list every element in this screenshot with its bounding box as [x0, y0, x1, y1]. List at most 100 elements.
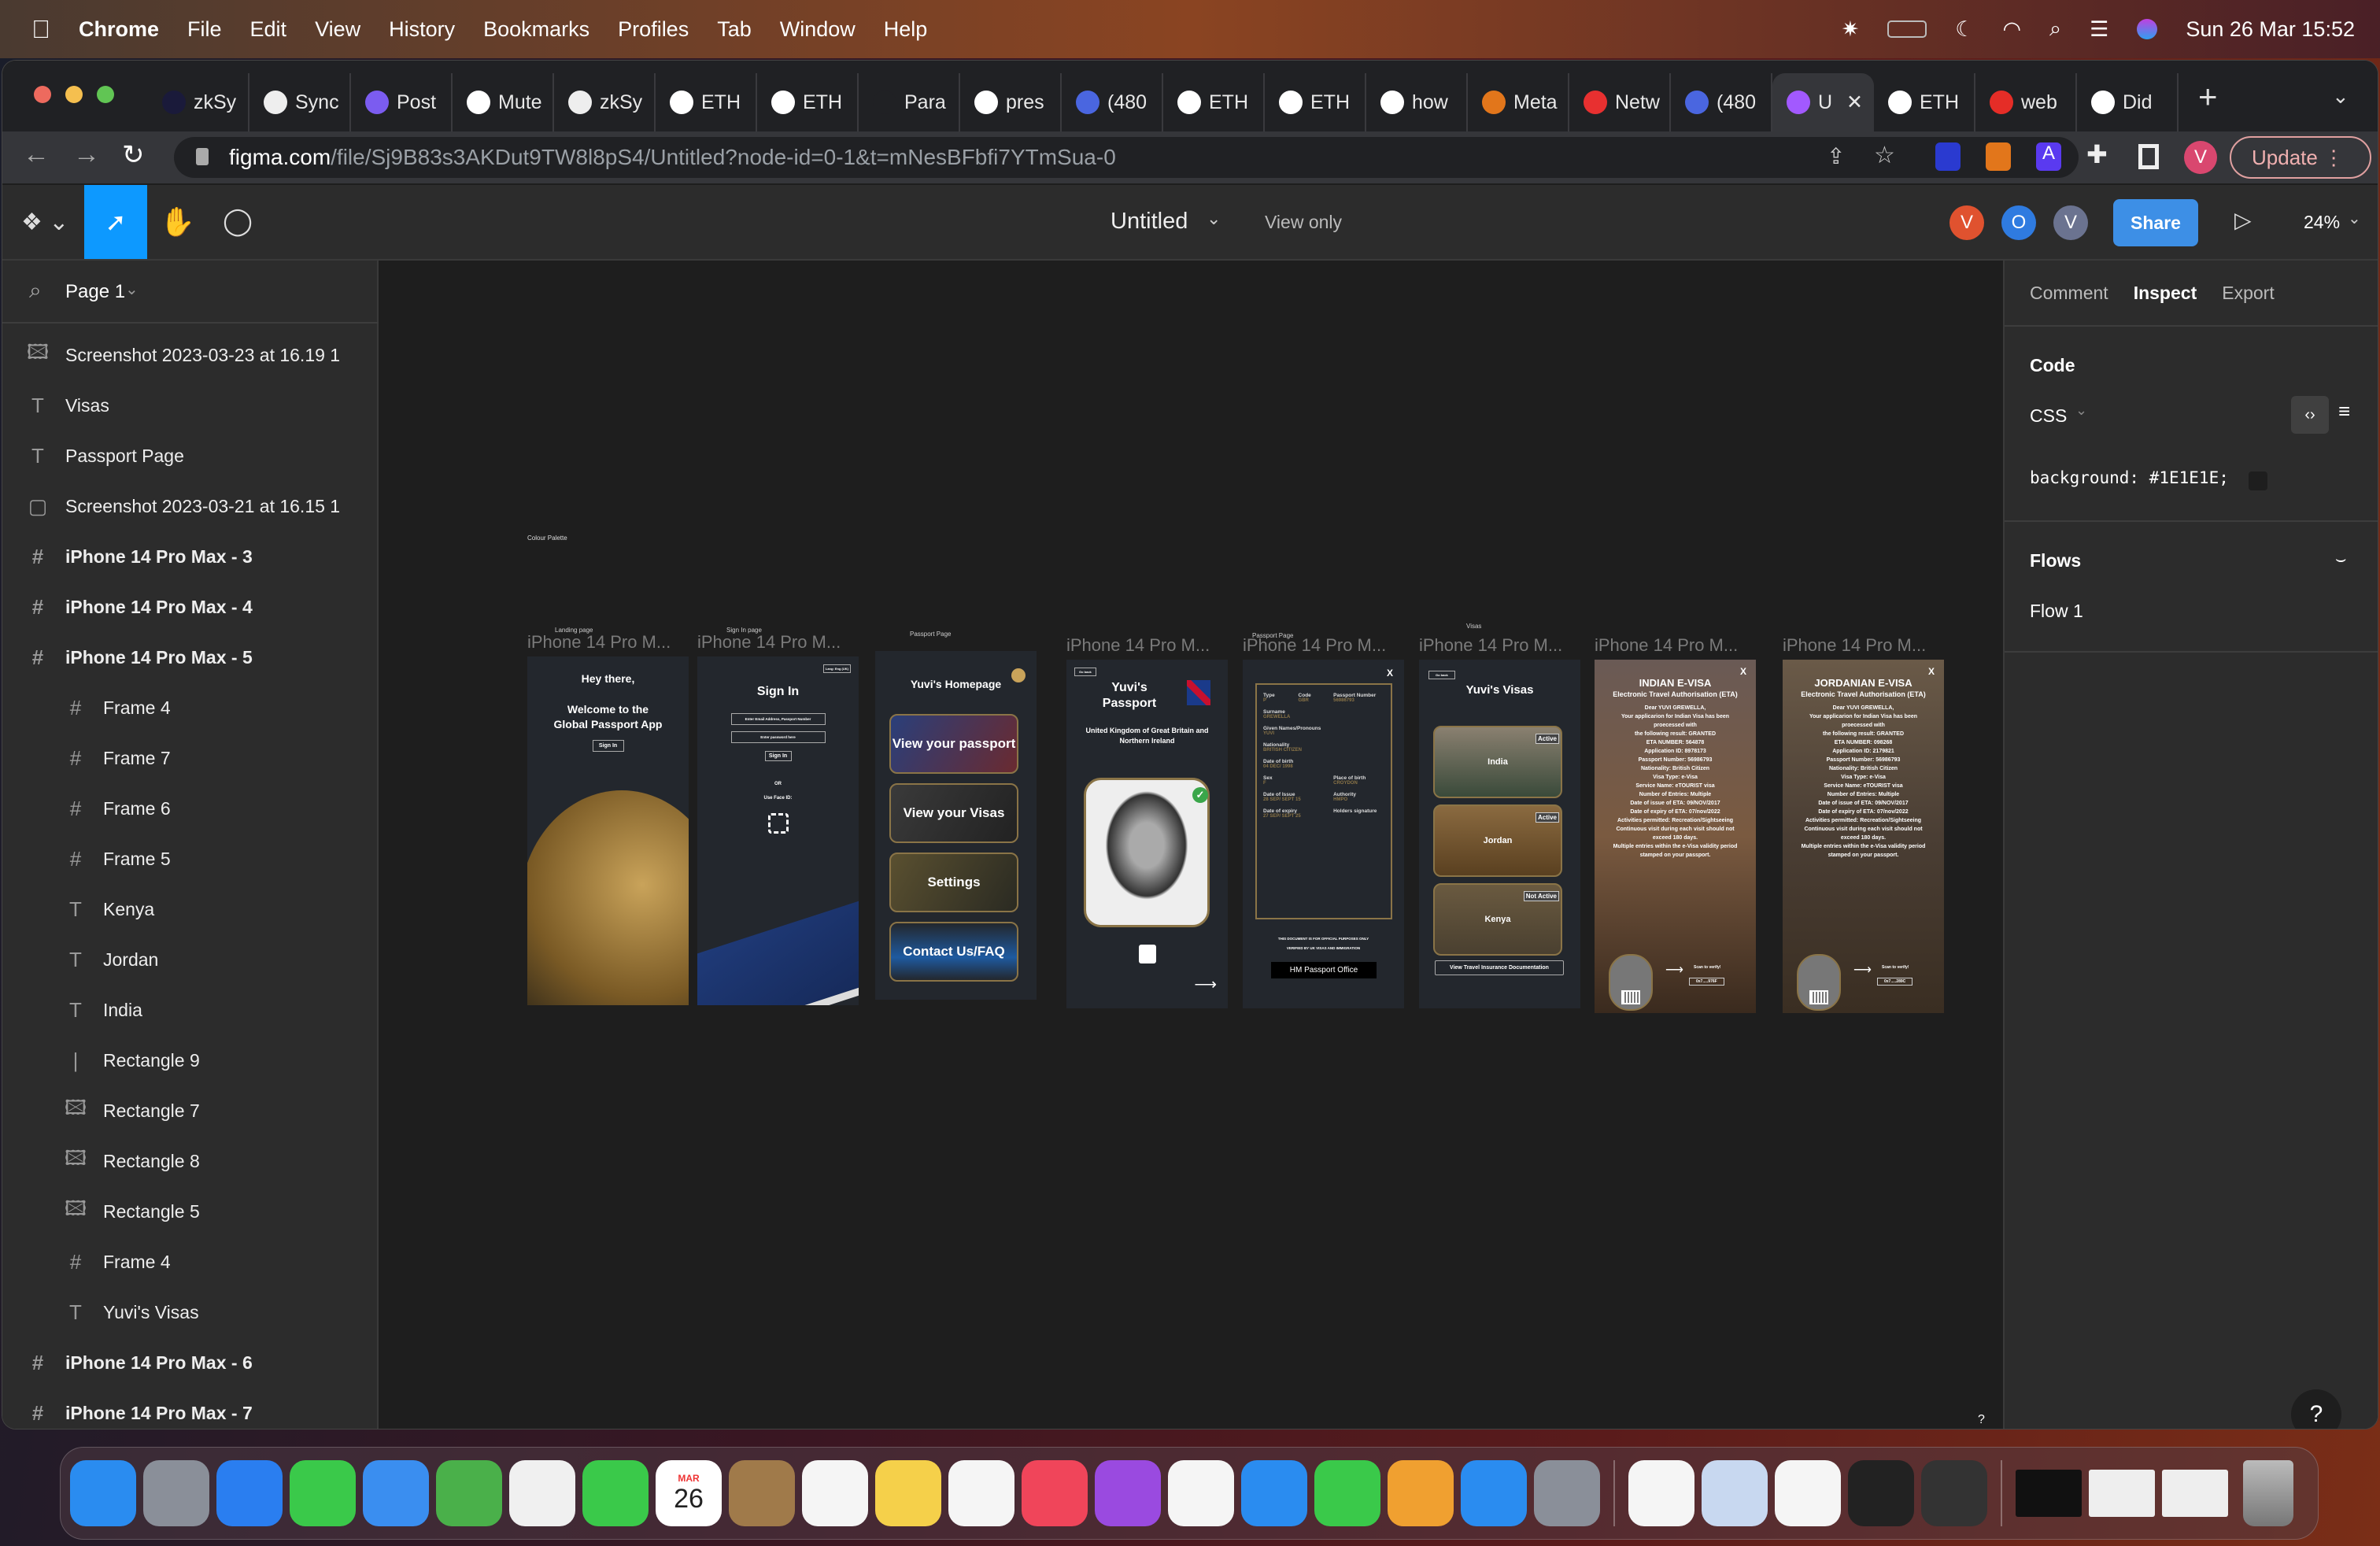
design-canvas[interactable]: Colour Palette Landing page Sign In page… — [380, 261, 2003, 1429]
browser-tab[interactable]: Did — [2077, 73, 2179, 131]
figma-main-menu-icon[interactable]: ❖ ⌄ — [21, 209, 68, 236]
hand-tool-icon[interactable]: ✋ — [160, 205, 195, 239]
browser-tab[interactable]: ETH — [1163, 73, 1265, 131]
search-layers-icon[interactable]: ⌕ — [29, 278, 42, 304]
file-menu-chevron-icon[interactable]: ⌄ — [1207, 209, 1221, 229]
layer-item[interactable]: 🖾 Screenshot 2023-03-23 at 16.19 1 — [2, 331, 379, 379]
flow-item[interactable]: Flow 1 — [2030, 601, 2083, 622]
layer-item[interactable]: T Yuvi's Visas — [2, 1289, 379, 1336]
layer-item[interactable]: 🖾 Rectangle 7 — [2, 1087, 379, 1134]
barcode-scan-icon[interactable] — [1809, 990, 1828, 1004]
dock-news[interactable] — [1168, 1460, 1234, 1526]
tab-search-chevron-icon[interactable]: ⌄ — [2332, 84, 2349, 109]
browser-tab[interactable]: Netw — [1569, 73, 1671, 131]
layer-item[interactable]: # Frame 7 — [2, 734, 379, 782]
collaborator-avatar[interactable]: V — [1949, 205, 1984, 240]
frame-label[interactable]: iPhone 14 Pro M... — [1066, 635, 1210, 656]
extensions-puzzle-icon[interactable]: ✚ — [2086, 139, 2108, 169]
layer-item[interactable]: # iPhone 14 Pro Max - 6 — [2, 1339, 379, 1386]
menu-bookmarks[interactable]: Bookmarks — [483, 17, 589, 42]
browser-tab[interactable]: U ✕ — [1772, 73, 1874, 131]
code-view-toggle[interactable]: ‹› — [2291, 396, 2329, 434]
wifi-icon[interactable]: ◠ — [2002, 17, 2021, 42]
wallet-hash[interactable]: 0x7.....289C — [1877, 978, 1913, 986]
frame-label[interactable]: iPhone 14 Pro M... — [1783, 635, 1926, 656]
zoom-window-button[interactable] — [97, 86, 114, 103]
collaborator-avatar[interactable]: V — [2053, 205, 2088, 240]
dock-minimized-window[interactable] — [2162, 1470, 2228, 1517]
layer-item[interactable]: # Frame 5 — [2, 835, 379, 882]
apple-menu-icon[interactable]:  — [31, 15, 50, 44]
dock-calendar[interactable]: MAR 26 — [656, 1460, 722, 1526]
help-button[interactable]: ? — [2291, 1389, 2341, 1429]
browser-tab[interactable]: ETH — [757, 73, 859, 131]
menu-view[interactable]: View — [315, 17, 360, 42]
menu-help[interactable]: Help — [884, 17, 928, 42]
view-visas-card[interactable]: View your Visas — [889, 783, 1018, 843]
dock-pages[interactable] — [1388, 1460, 1454, 1526]
dock-contacts[interactable] — [729, 1460, 795, 1526]
dock-vscode[interactable] — [1775, 1460, 1841, 1526]
layer-item[interactable]: # Frame 4 — [2, 684, 379, 731]
layer-item[interactable]: ▢ Screenshot 2023-03-21 at 16.15 1 — [2, 483, 379, 530]
browser-tab[interactable]: (480 — [1671, 73, 1772, 131]
browser-tab[interactable]: ETH — [1265, 73, 1366, 131]
close-icon[interactable]: X — [1740, 666, 1746, 677]
browser-tab[interactable]: how — [1366, 73, 1468, 131]
sign-in-button[interactable]: Sign In — [764, 751, 792, 761]
menu-window[interactable]: Window — [780, 17, 856, 42]
next-arrow-icon[interactable]: ⟶ — [1194, 975, 1217, 994]
dock-trash[interactable] — [2243, 1460, 2293, 1526]
layer-item[interactable]: T Jordan — [2, 936, 379, 983]
css-code-line[interactable]: background: #1E1E1E; — [2030, 468, 2229, 487]
brightness-icon[interactable]: ✷ — [1842, 17, 1860, 42]
close-window-button[interactable] — [34, 86, 51, 103]
siri-icon[interactable] — [2137, 19, 2158, 39]
close-tab-icon[interactable]: ✕ — [1846, 91, 1863, 114]
move-tool-button[interactable]: ➚ — [84, 185, 147, 259]
layer-item[interactable]: | Rectangle 9 — [2, 1037, 379, 1084]
dock-minimized-window[interactable] — [2089, 1470, 2155, 1517]
zoom-chevron-icon[interactable]: ⌄ — [2348, 209, 2361, 228]
bookmark-star-icon[interactable]: ☆ — [1874, 142, 1895, 169]
view-passport-card[interactable]: View your passport — [889, 714, 1018, 774]
dock-photos[interactable] — [509, 1460, 575, 1526]
go-back-button[interactable]: Go back — [1428, 671, 1455, 679]
dock-freeform[interactable] — [948, 1460, 1014, 1526]
browser-tab[interactable]: pres — [960, 73, 1062, 131]
menu-file[interactable]: File — [187, 17, 222, 42]
reload-button[interactable]: ↻ — [122, 139, 145, 171]
control-center-icon[interactable]: ☰ — [2090, 17, 2108, 42]
browser-tab[interactable]: Para — [859, 73, 960, 131]
dock-maps[interactable] — [436, 1460, 502, 1526]
layer-item[interactable]: # iPhone 14 Pro Max - 4 — [2, 583, 379, 631]
collaborator-avatar[interactable]: O — [2001, 205, 2036, 240]
dock-minimized-window[interactable] — [2016, 1470, 2082, 1517]
present-play-icon[interactable]: ▷ — [2234, 207, 2252, 233]
camera-icon[interactable] — [1139, 945, 1156, 963]
browser-tab[interactable]: Mute — [453, 73, 554, 131]
layer-item[interactable]: # Frame 6 — [2, 785, 379, 832]
comment-tool-icon[interactable]: ◯ — [223, 205, 253, 237]
focus-moon-icon[interactable]: ☾ — [1955, 17, 1974, 42]
wallet-hash[interactable]: 0x7.....976F — [1689, 978, 1724, 986]
spotlight-search-icon[interactable]: ⌕ — [2049, 17, 2061, 42]
dock-reminders[interactable] — [802, 1460, 868, 1526]
dock-launchpad[interactable] — [143, 1460, 209, 1526]
dock-music[interactable] — [1022, 1460, 1088, 1526]
travel-insurance-button[interactable]: View Travel Insurance Documentation — [1435, 960, 1564, 975]
close-icon[interactable]: X — [1928, 666, 1935, 677]
inspect-tab-inspect[interactable]: Inspect — [2134, 283, 2197, 325]
menu-clock[interactable]: Sun 26 Mar 15:52 — [2186, 17, 2355, 42]
password-field[interactable]: Enter password here — [730, 731, 826, 743]
page-selector[interactable]: ⌕ Page 1 ⌄ — [2, 261, 379, 324]
menu-tab[interactable]: Tab — [717, 17, 752, 42]
menu-profiles[interactable]: Profiles — [618, 17, 689, 42]
page-chevron-icon[interactable]: ⌄ — [125, 279, 139, 299]
layer-item[interactable]: T Passport Page — [2, 432, 379, 479]
frame-label[interactable]: iPhone 14 Pro M... — [527, 632, 671, 653]
dock-preview[interactable] — [1702, 1460, 1768, 1526]
extension-icon[interactable] — [1935, 142, 1961, 171]
frame-passport[interactable]: Go back Yuvi's Passport United Kingdom o… — [1066, 660, 1228, 1008]
frame-landing-page[interactable]: Hey there, Welcome to the Global Passpor… — [527, 656, 689, 1005]
